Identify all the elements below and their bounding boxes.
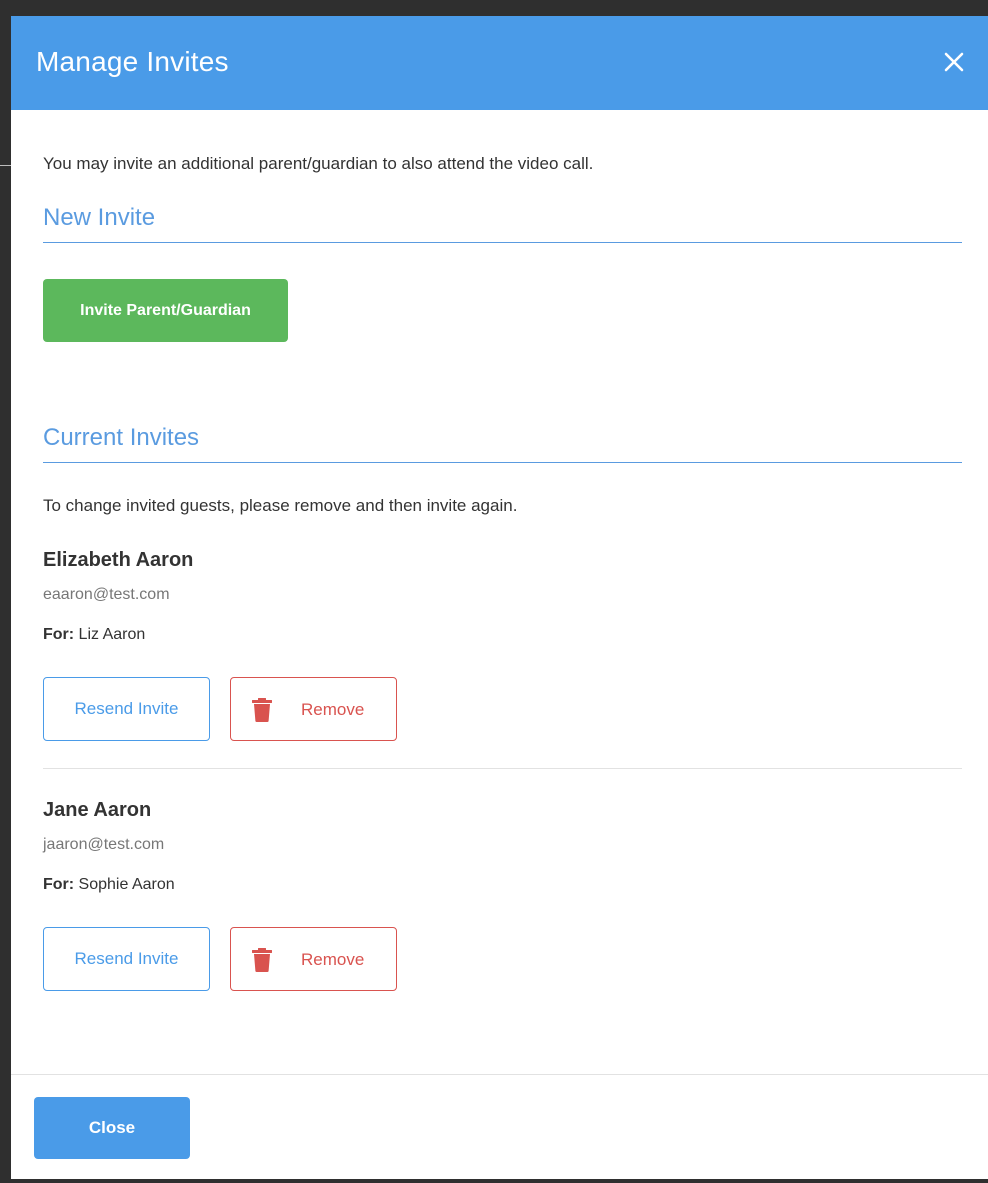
invitee-for: For: Sophie Aaron — [43, 874, 175, 896]
invitee-for: For: Liz Aaron — [43, 624, 145, 646]
resend-invite-button[interactable]: Resend Invite — [43, 677, 210, 741]
for-label: For: — [43, 876, 75, 893]
invitee-divider — [43, 768, 962, 769]
remove-label: Remove — [301, 700, 365, 719]
for-label: For: — [43, 626, 75, 643]
current-invites-heading: Current Invites — [43, 422, 962, 463]
resend-invite-button[interactable]: Resend Invite — [43, 927, 210, 991]
invite-parent-guardian-button[interactable]: Invite Parent/Guardian — [43, 279, 288, 342]
remove-label: Remove — [301, 950, 365, 969]
invitee-name: Elizabeth Aaron — [43, 549, 194, 571]
trash-icon — [251, 698, 273, 722]
remove-invite-button[interactable]: Remove — [230, 677, 397, 741]
trash-icon — [251, 948, 273, 972]
modal-title: Manage Invites — [36, 46, 229, 77]
for-student-name: Liz Aaron — [74, 626, 146, 643]
new-invite-heading: New Invite — [43, 202, 962, 243]
for-student-name: Sophie Aaron — [74, 876, 175, 893]
change-guests-note: To change invited guests, please remove … — [43, 496, 518, 515]
invitee-email: eaaron@test.com — [43, 586, 170, 603]
invitee-email: jaaron@test.com — [43, 836, 165, 853]
modal-header: Manage Invites — [11, 16, 988, 110]
manage-invites-modal: Manage Invites You may invite an additio… — [11, 16, 988, 1179]
remove-invite-button[interactable]: Remove — [230, 927, 397, 991]
page-backdrop: Manage Invites You may invite an additio… — [0, 0, 988, 1183]
backdrop-edge-line — [0, 165, 11, 166]
footer-divider — [11, 1074, 988, 1075]
invitee-name: Jane Aaron — [43, 799, 152, 821]
close-icon[interactable] — [938, 46, 970, 78]
intro-text: You may invite an additional parent/guar… — [43, 154, 594, 173]
close-button[interactable]: Close — [34, 1097, 190, 1159]
